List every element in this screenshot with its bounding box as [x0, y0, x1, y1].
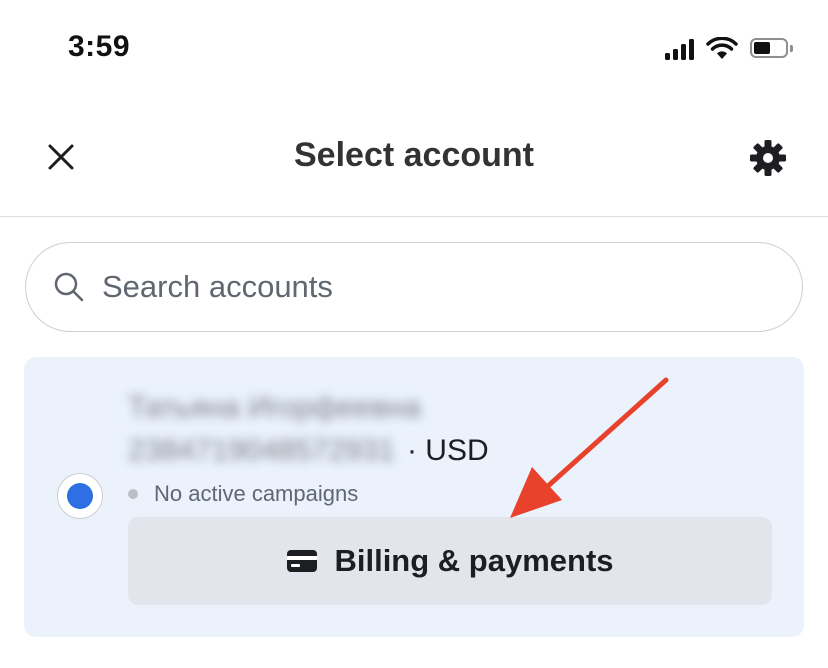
account-radio-button[interactable]: [57, 473, 103, 519]
search-icon: [52, 270, 86, 304]
status-time: 3:59: [68, 30, 131, 63]
account-name: Татьяна Игорфеевна: [128, 391, 421, 424]
account-id: 2384719048572931: [128, 434, 395, 467]
account-details: 2384719048572931 · USD: [128, 431, 489, 471]
billing-payments-button[interactable]: Billing & payments: [128, 517, 772, 605]
status-bar: 3:59: [0, 0, 828, 100]
cellular-signal-icon: [665, 38, 694, 60]
search-input[interactable]: [100, 268, 744, 306]
account-card[interactable]: Татьяна Игорфеевна 2384719048572931 · US…: [24, 357, 804, 637]
campaign-status-text: No active campaigns: [154, 481, 359, 506]
battery-icon: [750, 38, 794, 60]
wifi-icon: [706, 37, 738, 59]
account-currency: · USD: [406, 434, 489, 467]
status-icons: [665, 36, 794, 62]
header: Select account: [0, 110, 828, 217]
page-title: Select account: [294, 136, 534, 174]
campaign-status: No active campaigns: [128, 481, 358, 507]
gear-icon: [750, 140, 786, 176]
status-dot-icon: [128, 489, 138, 499]
settings-button[interactable]: [746, 136, 790, 180]
radio-selected-dot: [67, 483, 93, 509]
credit-card-icon: [287, 550, 318, 572]
billing-payments-label: Billing & payments: [334, 543, 614, 578]
search-box[interactable]: [25, 242, 803, 332]
